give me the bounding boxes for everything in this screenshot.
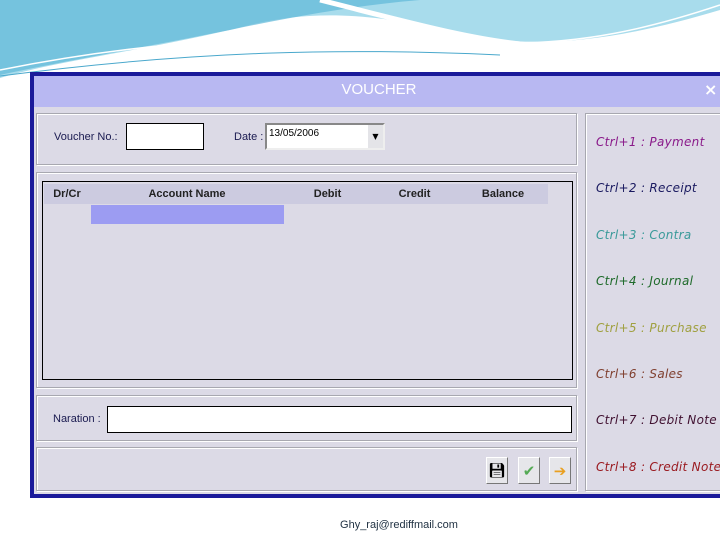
entries-panel: Dr/Cr Account Name Debit Credit Balance	[36, 172, 577, 388]
checkmark-icon: ✔	[522, 461, 536, 480]
ok-button[interactable]: ✔	[518, 457, 540, 484]
column-header-account-name: Account Name	[90, 184, 284, 204]
action-panel: 💾︎ ✔ ➔	[36, 447, 577, 491]
window-body: Voucher No.: Date : 13/05/2006 ▼ Dr/Cr A…	[34, 107, 720, 494]
shortcut-1[interactable]: Ctrl+1 : Payment	[596, 135, 705, 149]
save-button[interactable]: 💾︎	[486, 457, 508, 484]
column-header-debit: Debit	[284, 184, 371, 204]
shortcut-panel: Ctrl+1 : Payment Ctrl+2 : Receipt Ctrl+3 :…	[585, 113, 720, 491]
floppy-disk-icon: 💾︎	[488, 462, 506, 479]
date-label: Date :	[234, 131, 264, 143]
title-bar: VOUCHER ×	[34, 76, 720, 107]
shortcut-7[interactable]: Ctrl+7 : Debit Note	[596, 413, 717, 427]
header-wave-decoration	[0, 0, 720, 78]
column-header-drcr: Dr/Cr	[44, 184, 90, 204]
shortcut-5[interactable]: Ctrl+5 : Purchase	[596, 321, 707, 335]
shortcut-3[interactable]: Ctrl+3 : Contra	[596, 228, 692, 242]
column-header-balance: Balance	[458, 184, 548, 204]
next-button[interactable]: ➔	[549, 457, 571, 484]
narration-panel: Naration :	[36, 395, 577, 441]
column-header-credit: Credit	[371, 184, 458, 204]
shortcut-4[interactable]: Ctrl+4 : Journal	[596, 274, 693, 288]
date-value: 13/05/2006	[269, 128, 320, 139]
voucher-header-panel: Voucher No.: Date : 13/05/2006 ▼	[36, 113, 577, 165]
narration-label: Naration :	[53, 413, 101, 425]
entries-grid[interactable]: Dr/Cr Account Name Debit Credit Balance	[42, 181, 573, 380]
voucher-no-input[interactable]	[126, 123, 204, 150]
window-title: VOUCHER	[341, 81, 417, 98]
selected-cell[interactable]	[91, 205, 284, 224]
voucher-no-label: Voucher No.:	[54, 131, 118, 143]
arrow-right-icon: ➔	[553, 461, 567, 480]
close-icon[interactable]: ×	[704, 80, 717, 99]
footer-email: Ghy_raj@rediffmail.com	[340, 519, 458, 531]
narration-input[interactable]	[107, 406, 572, 433]
shortcut-8[interactable]: Ctrl+8 : Credit Note	[596, 460, 720, 474]
shortcut-2[interactable]: Ctrl+2 : Receipt	[596, 181, 697, 195]
shortcut-6[interactable]: Ctrl+6 : Sales	[596, 367, 683, 381]
chevron-down-icon[interactable]: ▼	[368, 125, 383, 148]
date-dropdown[interactable]: 13/05/2006 ▼	[265, 123, 385, 150]
